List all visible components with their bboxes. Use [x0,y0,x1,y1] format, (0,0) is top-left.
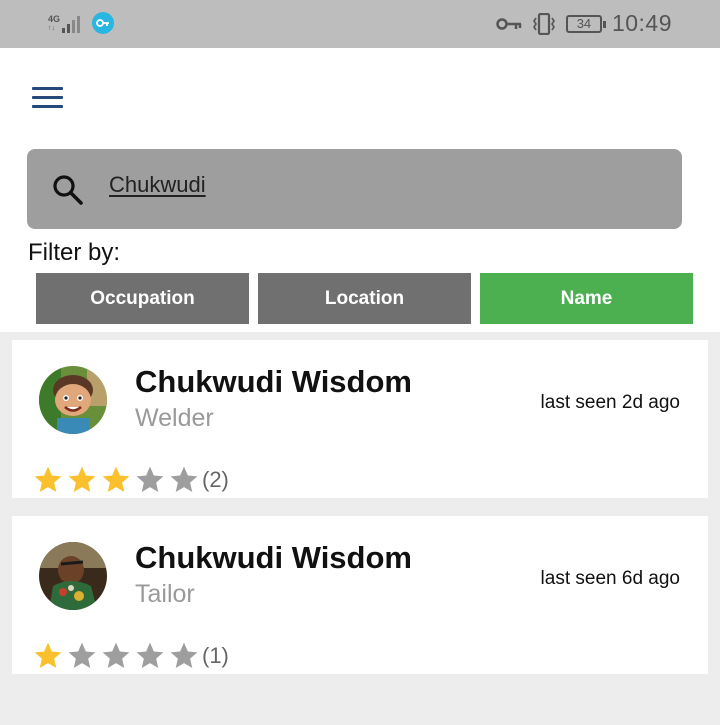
battery-level: 34 [576,15,592,31]
clock: 10:49 [611,10,672,36]
network-type: 4G [48,14,61,24]
star-icon [68,466,96,492]
vpn-icon [92,12,115,34]
star-rating: (1) [31,640,229,672]
vibrate-icon [532,12,555,35]
key-icon [496,17,522,30]
battery-icon: 34 [565,14,606,33]
filter-label: Filter by: [28,239,121,266]
tab-name[interactable]: Name [480,273,693,324]
user-occupation: Tailor [135,580,195,608]
tab-location[interactable]: Location [258,273,471,324]
star-icon [136,642,164,668]
star-icon [34,642,62,668]
star-icon [170,466,198,492]
app-header: Filter by: Occupation Location Name [0,48,720,332]
review-count: (1) [202,643,229,668]
network-sub: ↑↓ [48,25,55,32]
avatar [39,366,107,434]
search-box[interactable] [27,149,682,229]
result-card[interactable]: Chukwudi Wisdom Tailor last seen 6d ago … [12,516,708,674]
avatar [39,542,107,610]
hamburger-menu-icon[interactable] [31,85,65,111]
tab-occupation-label: Occupation [90,287,195,309]
signal-icon [62,13,81,33]
star-rating: (2) [31,464,229,496]
star-icon [102,466,130,492]
user-occupation: Welder [135,404,214,432]
last-seen: last seen 2d ago [540,392,680,413]
tab-name-label: Name [560,287,613,309]
star-icon [170,642,198,668]
network-indicator: 4G ↑↓ [48,13,81,33]
status-bar: 4G ↑↓ 34 10:49 [0,0,720,48]
result-card[interactable]: Chukwudi Wisdom Welder last seen 2d ago … [12,340,708,498]
search-input[interactable] [109,167,649,203]
review-count: (2) [202,467,229,492]
status-left: 4G ↑↓ [48,12,115,34]
star-icon [34,466,62,492]
tab-occupation[interactable]: Occupation [36,273,249,324]
user-name: Chukwudi Wisdom [135,540,412,575]
last-seen: last seen 6d ago [540,568,680,589]
tab-location-label: Location [324,287,405,309]
star-icon [102,642,130,668]
status-right: 34 10:49 [496,10,672,37]
user-name: Chukwudi Wisdom [135,364,412,399]
star-icon [136,466,164,492]
star-icon [68,642,96,668]
search-icon [53,175,83,205]
